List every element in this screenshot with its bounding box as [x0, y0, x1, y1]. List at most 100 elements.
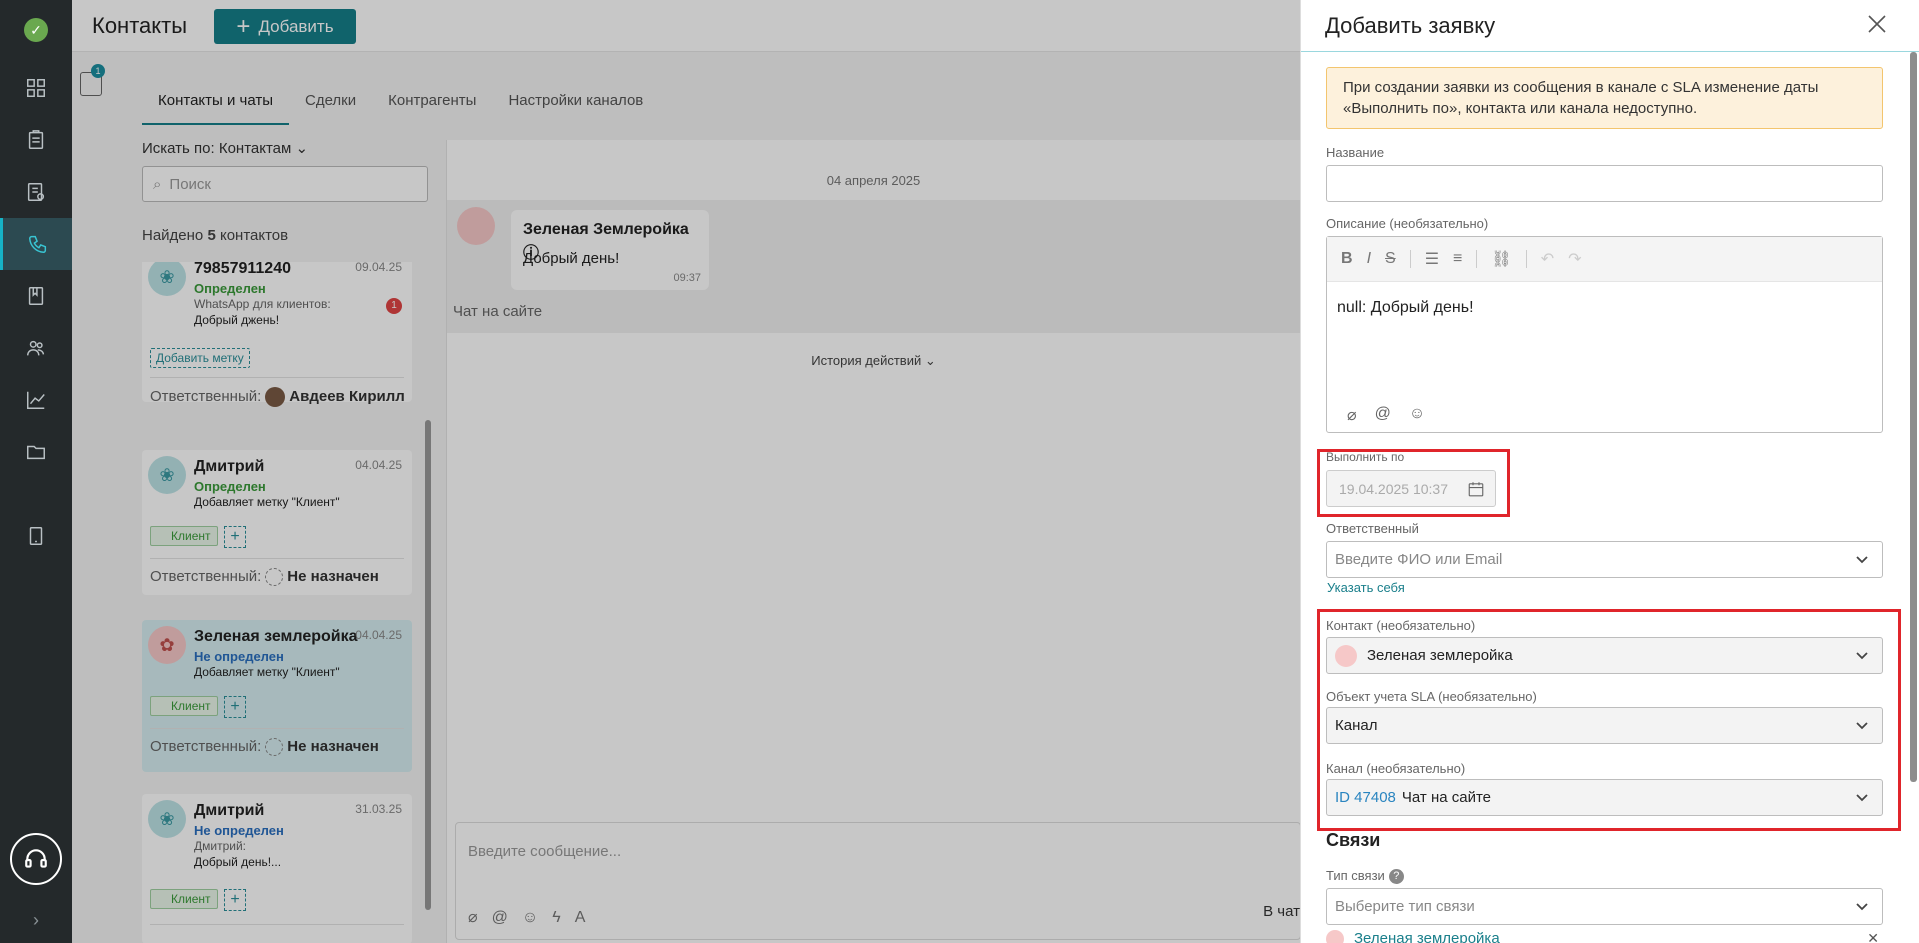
- link-type-select[interactable]: Выберите тип связи: [1326, 888, 1883, 925]
- empty-avatar-icon: [265, 568, 284, 587]
- expand-rail-icon[interactable]: ›: [0, 898, 72, 943]
- filter-badge: 1: [91, 64, 105, 78]
- channel-label: Канал (необязательно): [1326, 761, 1466, 776]
- responsible: Ответственный: Не назначен: [150, 738, 379, 757]
- sla-warning: При создании заявки из сообщения в канал…: [1326, 67, 1883, 129]
- chevron-down-icon: [1854, 551, 1870, 567]
- contact-card[interactable]: ❀ Дмитрий 04.04.25 Определен Добавляет м…: [142, 450, 412, 595]
- redo-icon[interactable]: ↷: [1568, 249, 1581, 269]
- channel-selector[interactable]: В чат: [1263, 903, 1300, 920]
- contact-label: Контакт (необязательно): [1326, 618, 1476, 633]
- remove-link-icon[interactable]: ✕: [1867, 930, 1879, 943]
- add-tag-button[interactable]: +: [224, 526, 246, 548]
- search-by-select[interactable]: Искать по: Контактам ⌄: [142, 139, 308, 157]
- description-editor[interactable]: B I S ☰ ≡ ⛓ ↶ ↷ null: Добрый день! ⌀ @ ☺: [1326, 236, 1883, 433]
- add-button[interactable]: + Добавить: [214, 9, 356, 44]
- link-icon[interactable]: ⛓: [1491, 249, 1511, 269]
- contact-card-selected[interactable]: ✿ Зеленая землеройка 04.04.25 Не определ…: [142, 620, 412, 772]
- help-icon[interactable]: ?: [1388, 869, 1404, 885]
- dashboard-icon[interactable]: [0, 62, 72, 114]
- team-icon[interactable]: [0, 322, 72, 374]
- tag-client[interactable]: Клиент: [150, 696, 218, 716]
- message-composer[interactable]: Введите сообщение... ⌀@☺ϟA В чат: [455, 822, 1301, 940]
- contact-card[interactable]: ❀ 79857911240 09.04.25 Определен WhatsAp…: [142, 262, 412, 407]
- files-icon[interactable]: [0, 426, 72, 478]
- undo-icon[interactable]: ↶: [1541, 249, 1554, 269]
- attach-icon[interactable]: ⌀: [1347, 405, 1357, 425]
- add-button-label: Добавить: [258, 16, 334, 36]
- bold-icon[interactable]: B: [1341, 250, 1353, 268]
- emoji-icon[interactable]: ☺: [1409, 405, 1425, 425]
- list-scrollbar[interactable]: [425, 420, 431, 910]
- description-text: null: Добрый день!: [1337, 299, 1474, 316]
- message-bubble[interactable]: Зеленая Землеройка ⓘ Добрый день! 09:37: [511, 210, 709, 290]
- search-icon: ⌕: [153, 175, 162, 193]
- add-tag-button[interactable]: +: [224, 696, 246, 718]
- mention-icon[interactable]: @: [1375, 405, 1391, 425]
- add-tag-button[interactable]: +: [224, 889, 246, 911]
- responsible: Ответственный: Авдеев Кирилл: [150, 387, 405, 407]
- drawer-scrollbar[interactable]: [1910, 52, 1917, 782]
- lightning-icon[interactable]: ϟ: [552, 909, 574, 926]
- nav-rail: ✓ ›: [0, 0, 72, 943]
- divider: [150, 558, 404, 559]
- chat-date-divider: 04 апреля 2025: [826, 173, 921, 188]
- contacts-icon[interactable]: [0, 218, 72, 270]
- attach-icon[interactable]: ⌀: [468, 909, 492, 926]
- tab-contacts-chats[interactable]: Контакты и чаты: [142, 92, 289, 125]
- name-input[interactable]: [1326, 165, 1883, 202]
- knowledge-icon[interactable]: [0, 270, 72, 322]
- chevron-down-icon: [1854, 789, 1870, 805]
- search-placeholder: Поиск: [169, 175, 211, 193]
- due-label: Выполнить по: [1326, 450, 1405, 464]
- last-message: Добавляет метку "Клиент": [194, 665, 340, 679]
- assignee-select[interactable]: Введите ФИО или Email: [1326, 541, 1883, 578]
- tag-client[interactable]: Клиент: [150, 889, 218, 909]
- tab-deals[interactable]: Сделки: [289, 92, 372, 125]
- tasks-icon[interactable]: [0, 114, 72, 166]
- linked-item[interactable]: Зеленая землеройка: [1326, 930, 1500, 943]
- device-icon[interactable]: [0, 510, 72, 562]
- calendar-icon: [1467, 480, 1485, 498]
- tab-channel-settings[interactable]: Настройки каналов: [492, 92, 659, 125]
- link-type-label: Тип связи?: [1326, 868, 1404, 885]
- last-message: Добрый день!...: [194, 855, 282, 869]
- contact-status: Определен: [194, 479, 266, 494]
- chevron-down-icon: [1854, 647, 1870, 663]
- app-logo-icon[interactable]: ✓: [24, 18, 48, 42]
- contact-card[interactable]: ❀ Дмитрий 31.03.25 Не определен Дмитрий:…: [142, 794, 412, 943]
- contact-date: 31.03.25: [355, 802, 402, 816]
- italic-icon[interactable]: I: [1367, 250, 1371, 268]
- tab-counterparties[interactable]: Контрагенты: [372, 92, 492, 125]
- avatar: [457, 207, 495, 245]
- add-tag-button[interactable]: Добавить метку: [150, 348, 250, 368]
- mention-icon[interactable]: @: [492, 909, 522, 926]
- unread-badge: 1: [386, 298, 402, 314]
- last-message-sender: Дмитрий:: [194, 839, 246, 853]
- tag-client[interactable]: Клиент: [150, 526, 218, 546]
- sla-select: Канал: [1326, 707, 1883, 744]
- drawer-title: Добавить заявку: [1325, 13, 1496, 38]
- numbered-list-icon[interactable]: ≡: [1453, 250, 1462, 268]
- avatar: ❀: [148, 800, 186, 838]
- message-text: Добрый день!: [523, 250, 620, 267]
- search-input[interactable]: ⌕ Поиск: [142, 166, 428, 202]
- emoji-icon[interactable]: ☺: [522, 909, 552, 926]
- contact-name: Зеленая землеройка: [194, 628, 358, 645]
- bullet-list-icon[interactable]: ☰: [1425, 249, 1439, 269]
- analytics-icon[interactable]: [0, 374, 72, 426]
- plus-icon: +: [236, 12, 251, 40]
- contact-date: 09.04.25: [355, 262, 402, 274]
- history-toggle[interactable]: История действий ⌄: [447, 353, 1300, 369]
- message-time: 09:37: [673, 272, 701, 284]
- headset-icon[interactable]: [10, 833, 62, 885]
- text-format-icon[interactable]: A: [575, 909, 600, 926]
- assign-self-link[interactable]: Указать себя: [1327, 580, 1405, 595]
- close-icon[interactable]: [1865, 12, 1889, 36]
- strikethrough-icon[interactable]: S: [1385, 250, 1396, 268]
- divider: [150, 728, 404, 729]
- contact-select: Зеленая землеройка: [1326, 637, 1883, 674]
- divider: [1409, 250, 1411, 268]
- requests-icon[interactable]: [0, 166, 72, 218]
- description-label: Описание (необязательно): [1326, 216, 1489, 231]
